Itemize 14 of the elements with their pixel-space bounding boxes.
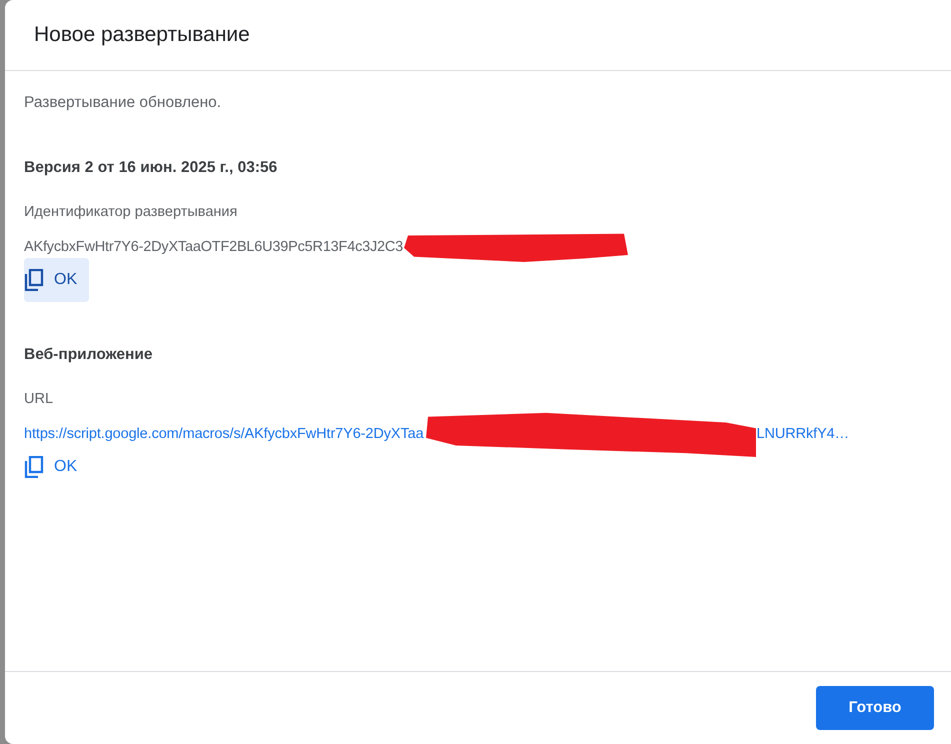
copy-button[interactable]: OK — [24, 445, 90, 489]
done-button[interactable]: Готово — [816, 686, 934, 730]
copy-icon — [24, 456, 44, 478]
dialog-title: Новое развертывание — [34, 23, 250, 47]
deployment-id: AKfycbxFwHtr7Y6-2DyXTaaOTF2BL6U39Pc5R13F4c3J2C3 — [24, 239, 404, 255]
copy-button[interactable]: OK — [24, 258, 90, 302]
url-link[interactable]: LNURRkfY4… — [756, 426, 850, 442]
section-heading: Веб-приложение — [24, 346, 154, 364]
url-link[interactable]: https://script.google.com/macros/s/AKfycbxFwHtr7Y6-2DyXTaa — [24, 426, 424, 442]
field-label: URL — [24, 391, 54, 407]
field-label: Идентификатор развертывания — [24, 204, 238, 220]
status-message: Развертывание обновлено. — [24, 94, 222, 112]
copy-icon — [24, 269, 44, 291]
version-heading: Версия 2 от 16 июн. 2025 г., 03:56 — [24, 159, 278, 177]
